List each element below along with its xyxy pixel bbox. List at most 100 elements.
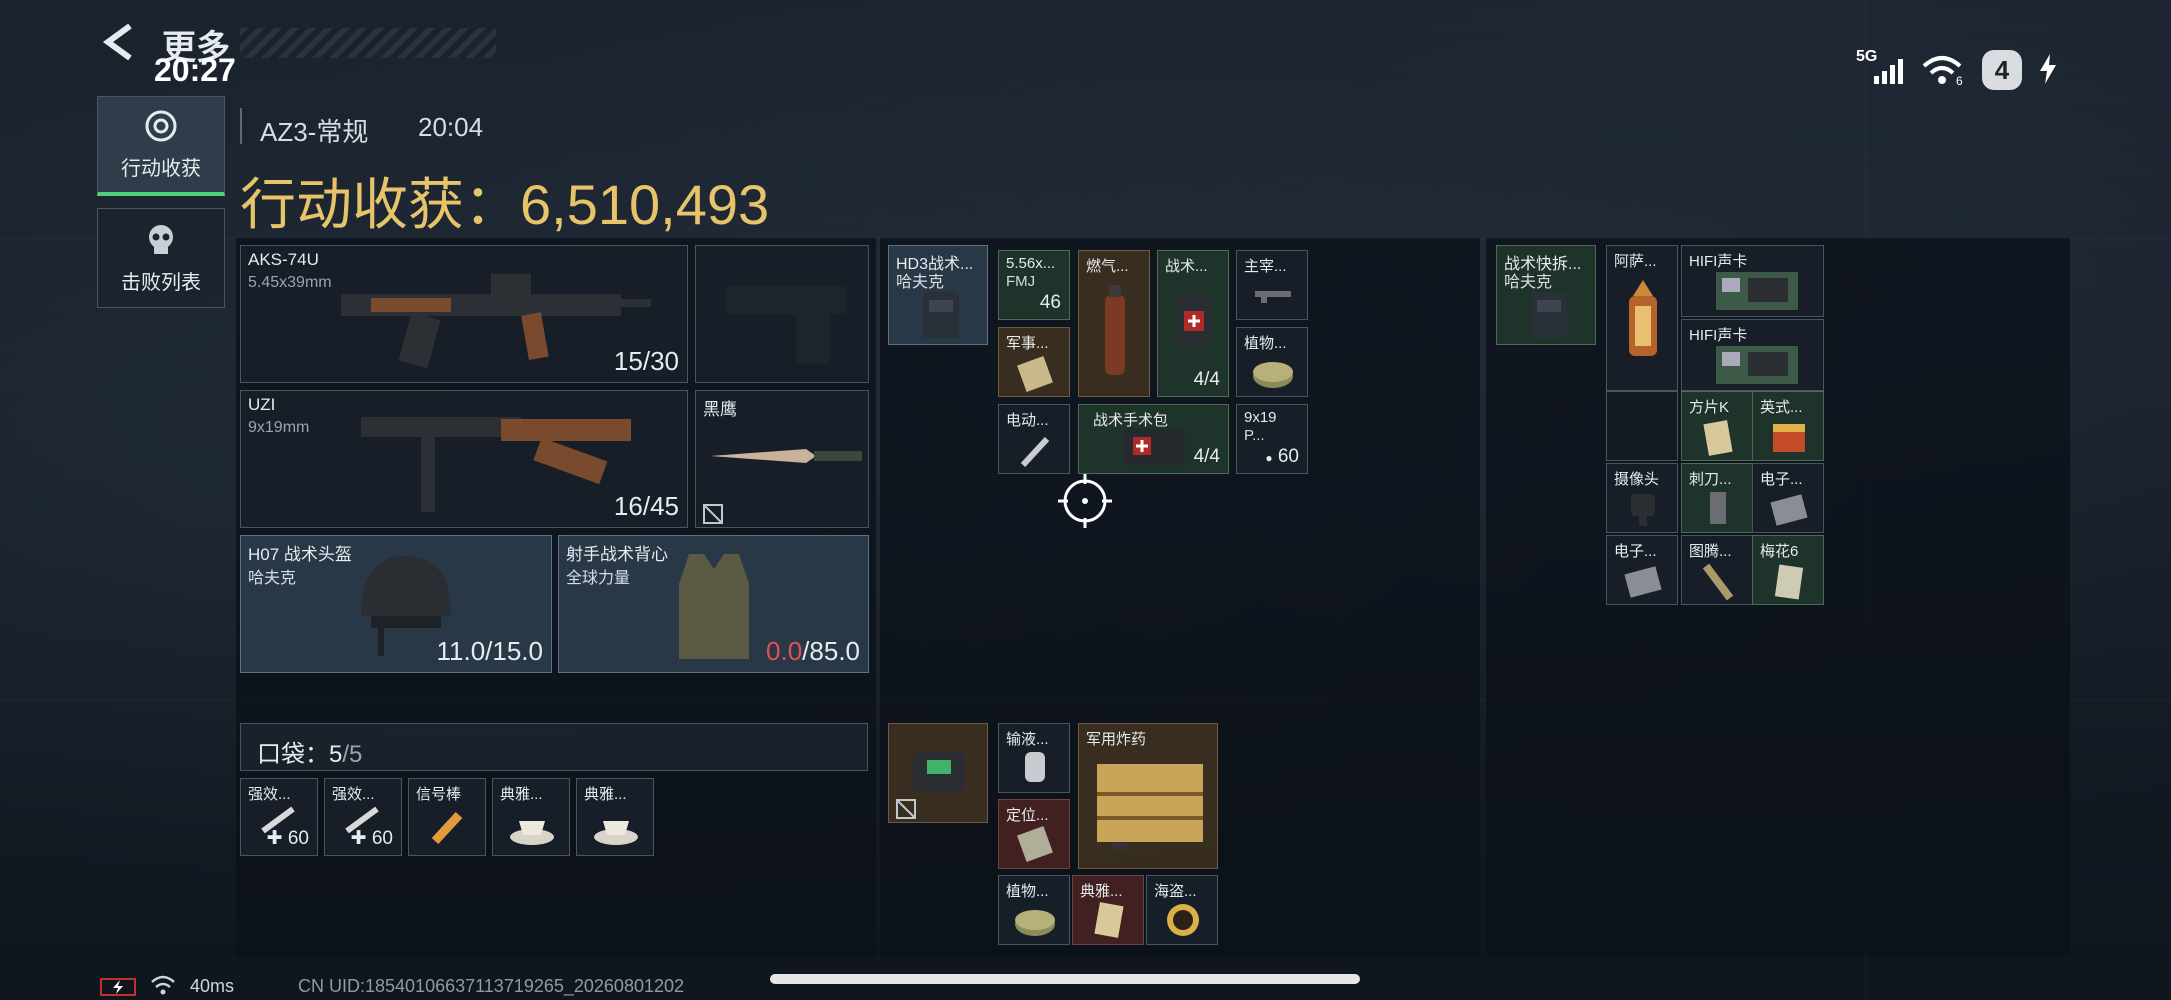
safe-item[interactable]: 刺刀... <box>1681 463 1753 533</box>
sidebar-item-harvest[interactable]: 行动收获 <box>97 96 225 196</box>
rig-item[interactable]: 战术手术包 4/4 <box>1078 404 1229 474</box>
item-name: 图腾... <box>1689 543 1732 560</box>
teacup-icon <box>594 821 638 845</box>
card-icon <box>1094 902 1124 938</box>
empty-slot[interactable] <box>1606 391 1678 461</box>
rig-item[interactable]: 9x19 P... ● 60 <box>1236 404 1308 474</box>
pocket-item[interactable]: 强效... ✚ 60 <box>240 778 318 856</box>
sidebar-item-label: 行动收获 <box>121 158 201 180</box>
rig-item[interactable]: 燃气... <box>1078 250 1150 397</box>
item-qty: 46 <box>1039 292 1061 313</box>
pocket-capacity: 口袋：5/5 <box>257 734 362 769</box>
gun-part-icon <box>1255 291 1291 303</box>
coin-icon <box>1167 904 1199 936</box>
rig-item[interactable]: 主宰... <box>1236 250 1308 320</box>
teacup-icon <box>510 821 554 845</box>
backpack-item[interactable]: 定位... <box>998 799 1070 869</box>
camera-icon <box>1631 494 1655 526</box>
status-time: 20:27 <box>154 52 236 88</box>
item-qty: ● 60 <box>1265 446 1299 467</box>
home-indicator[interactable] <box>770 974 1360 984</box>
safe-item[interactable]: HIFI声卡 <box>1681 319 1824 391</box>
item-name: 输液... <box>1006 731 1049 748</box>
melee-slot[interactable]: 黑鹰 <box>695 390 869 528</box>
rig-item[interactable]: 5.56x... FMJ 46 <box>998 250 1070 320</box>
backpack-item[interactable]: 输液... <box>998 723 1070 793</box>
uid: CN UID:18540106637113719265_20260801202 <box>298 976 685 996</box>
safe-item[interactable]: 电子... <box>1752 463 1824 533</box>
no-insure-icon <box>703 504 723 524</box>
medkit-icon <box>1176 295 1212 347</box>
surgical-kit-icon <box>1123 429 1185 465</box>
ammo-count: 15/30 <box>613 346 679 376</box>
document-icon <box>1017 356 1053 392</box>
safe-item[interactable]: 方片K <box>1681 391 1753 461</box>
crosshair-icon <box>1058 474 1112 528</box>
rig-item[interactable]: 战术... 4/4 <box>1157 250 1229 397</box>
sidebar-item-kills[interactable]: 击败列表 <box>97 208 225 308</box>
safe-item[interactable]: 电子... <box>1606 535 1678 605</box>
screwdriver-icon <box>1020 436 1050 468</box>
card-icon <box>1774 564 1804 600</box>
pocket-item[interactable]: 典雅... <box>576 778 654 856</box>
pocket-count: 5 <box>329 741 343 768</box>
armor-name: 射手战术背心 <box>566 545 668 564</box>
smg-icon <box>361 417 631 512</box>
back-button[interactable] <box>100 22 136 67</box>
safe-item[interactable]: 英式... <box>1752 391 1824 461</box>
safe-item[interactable]: 阿萨... <box>1606 245 1678 391</box>
rig-item[interactable]: 植物... <box>1236 327 1308 397</box>
backpack-item[interactable]: 军用炸药 <box>1078 723 1218 869</box>
title-decoration <box>240 28 496 58</box>
pocket-item[interactable]: 信号棒 <box>408 778 486 856</box>
item-name: 军用炸药 <box>1086 731 1147 748</box>
backpack-slot[interactable] <box>888 723 988 823</box>
rig-icon <box>923 292 959 338</box>
flare-icon <box>431 811 463 845</box>
weapon-name: AKS-74U <box>248 250 319 269</box>
totem-icon <box>1702 563 1734 601</box>
helmet-name: H07 战术头盔 <box>248 545 352 564</box>
pocket-label: 口袋： <box>257 741 329 768</box>
safe-item[interactable]: 摄像头 <box>1606 463 1678 533</box>
pocket-item[interactable]: 强效... ✚ 60 <box>324 778 402 856</box>
iv-bag-icon <box>1025 752 1045 782</box>
vest-icon <box>679 554 749 659</box>
safe-item[interactable]: 梅花6 <box>1752 535 1824 605</box>
rig-item[interactable]: 电动... <box>998 404 1070 474</box>
locator-icon <box>1017 826 1053 862</box>
backpack-item[interactable]: 海盗... <box>1146 875 1218 945</box>
harvest-total: 行动收获：6,510,493 <box>240 160 769 241</box>
item-name: 5.56x... <box>1006 255 1056 272</box>
armor-durability-max: /85.0 <box>802 636 860 666</box>
armor-durability-current: 0.0 <box>766 636 803 666</box>
item-name: 海盗... <box>1154 883 1197 900</box>
safe-item[interactable]: HIFI声卡 <box>1681 245 1824 317</box>
item-qty-value: 60 <box>371 828 393 849</box>
backpack-item[interactable]: 植物... <box>998 875 1070 945</box>
chest-rig-slot[interactable]: HD3战术... 哈夫克 <box>888 245 988 345</box>
safe-item[interactable]: 图腾... <box>1681 535 1753 605</box>
tin-icon <box>1015 910 1055 936</box>
ammo-count: 16/45 <box>613 491 679 521</box>
armor-slot[interactable]: 射手战术背心 全球力量 0.0/85.0 <box>558 535 869 673</box>
helmet-slot[interactable]: H07 战术头盔 哈夫克 11.0/15.0 <box>240 535 552 673</box>
primary-weapon-slot[interactable]: AKS-74U 5.45x39mm 15/30 <box>240 245 688 383</box>
item-name: 典雅... <box>1080 883 1123 900</box>
electronic-part-icon <box>1624 566 1662 598</box>
item-name: 主宰... <box>1244 258 1287 275</box>
backpack-item[interactable]: 典雅... <box>1072 875 1144 945</box>
sound-card-icon <box>1716 346 1798 384</box>
divider <box>240 108 242 144</box>
secondary-weapon-slot[interactable]: UZI 9x19mm 16/45 <box>240 390 688 528</box>
pistol-slot[interactable] <box>695 245 869 383</box>
rig-item[interactable]: 军事... <box>998 327 1070 397</box>
item-qty: 4/4 <box>1193 369 1220 390</box>
item-name: 强效... <box>332 786 375 803</box>
item-qty-value: 60 <box>287 828 309 849</box>
wifi-icon <box>151 975 175 995</box>
safe-box-slot[interactable]: 战术快拆... 哈夫克 <box>1496 245 1596 345</box>
item-name: 英式... <box>1760 399 1803 416</box>
pocket-item[interactable]: 典雅... <box>492 778 570 856</box>
explosive-crate-icon <box>1097 764 1203 850</box>
